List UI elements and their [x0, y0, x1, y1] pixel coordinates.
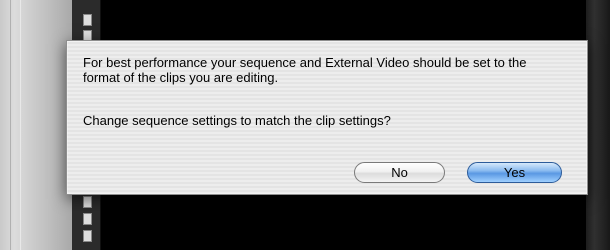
film-sprocket [83, 14, 92, 26]
background-panel [0, 0, 72, 250]
sequence-settings-dialog: For best performance your sequence and E… [66, 40, 588, 195]
film-sprocket [83, 213, 92, 225]
window-divider [586, 0, 610, 250]
dialog-question: Change sequence settings to match the cl… [83, 113, 391, 128]
yes-button[interactable]: Yes [467, 162, 562, 183]
no-button[interactable]: No [354, 162, 445, 183]
film-sprocket [83, 230, 92, 242]
film-sprocket [83, 196, 92, 208]
dialog-message: For best performance your sequence and E… [83, 55, 527, 85]
